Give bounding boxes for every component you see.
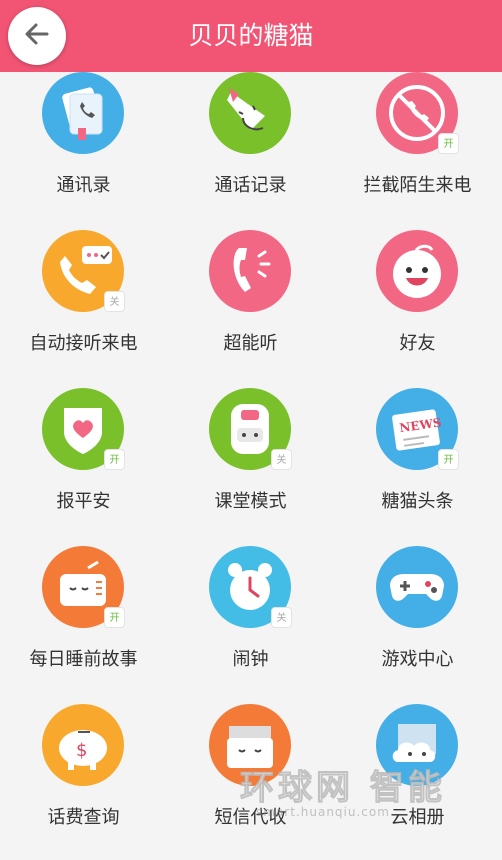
item-label: 好友 xyxy=(399,333,436,354)
grid-item-class-mode[interactable]: 关 课堂模式 xyxy=(167,388,334,546)
super-listen-icon xyxy=(209,230,291,312)
feature-grid: 通讯录 通话记录 开 拦截陌生来电 关 自动接听来电 超能听 好友 开 报平安 … xyxy=(0,72,502,860)
item-label: 糖猫头条 xyxy=(381,491,454,512)
status-badge: 开 xyxy=(104,607,125,628)
item-label: 报平安 xyxy=(56,491,111,512)
item-label: 课堂模式 xyxy=(214,491,287,512)
contacts-icon xyxy=(42,72,124,154)
friends-icon xyxy=(376,230,458,312)
grid-item-call-log[interactable]: 通话记录 xyxy=(167,72,334,230)
item-label: 话费查询 xyxy=(47,807,120,828)
svg-text:$: $ xyxy=(76,740,87,761)
piggy-bank-icon: $ xyxy=(42,704,124,786)
item-label: 拦截陌生来电 xyxy=(363,175,472,196)
item-label: 通讯录 xyxy=(56,175,111,196)
grid-item-game-center[interactable]: 游戏中心 xyxy=(334,546,501,704)
grid-item-balance-query[interactable]: $ 话费查询 xyxy=(0,704,167,860)
status-badge: 开 xyxy=(438,133,459,154)
item-label: 游戏中心 xyxy=(381,649,454,670)
status-badge: 关 xyxy=(104,291,125,312)
grid-item-news[interactable]: NEWS 开 糖猫头条 xyxy=(334,388,501,546)
grid-item-friends[interactable]: 好友 xyxy=(334,230,501,388)
grid-item-contacts[interactable]: 通讯录 xyxy=(0,72,167,230)
item-label: 自动接听来电 xyxy=(29,333,138,354)
item-label: 超能听 xyxy=(223,333,278,354)
grid-item-bedtime-story[interactable]: 开 每日睡前故事 xyxy=(0,546,167,704)
page-title: 贝贝的糖猫 xyxy=(188,21,314,50)
gamepad-icon xyxy=(376,546,458,628)
item-label: 闹钟 xyxy=(232,649,269,670)
item-label: 通话记录 xyxy=(214,175,287,196)
watermark: 环球网 智能 xyxy=(240,768,446,809)
watermark-url: smart.huanqiu.com xyxy=(256,805,390,819)
grid-item-block-call[interactable]: 开 拦截陌生来电 xyxy=(334,72,501,230)
call-log-icon xyxy=(209,72,291,154)
status-badge: 开 xyxy=(104,449,125,470)
title-bar: 贝贝的糖猫 xyxy=(0,0,502,72)
status-badge: 关 xyxy=(271,607,292,628)
grid-item-super-listen[interactable]: 超能听 xyxy=(167,230,334,388)
item-label: 每日睡前故事 xyxy=(29,649,138,670)
status-badge: 关 xyxy=(271,449,292,470)
grid-item-alarm[interactable]: 关 闹钟 xyxy=(167,546,334,704)
grid-item-safety[interactable]: 开 报平安 xyxy=(0,388,167,546)
grid-item-auto-answer[interactable]: 关 自动接听来电 xyxy=(0,230,167,388)
status-badge: 开 xyxy=(438,449,459,470)
